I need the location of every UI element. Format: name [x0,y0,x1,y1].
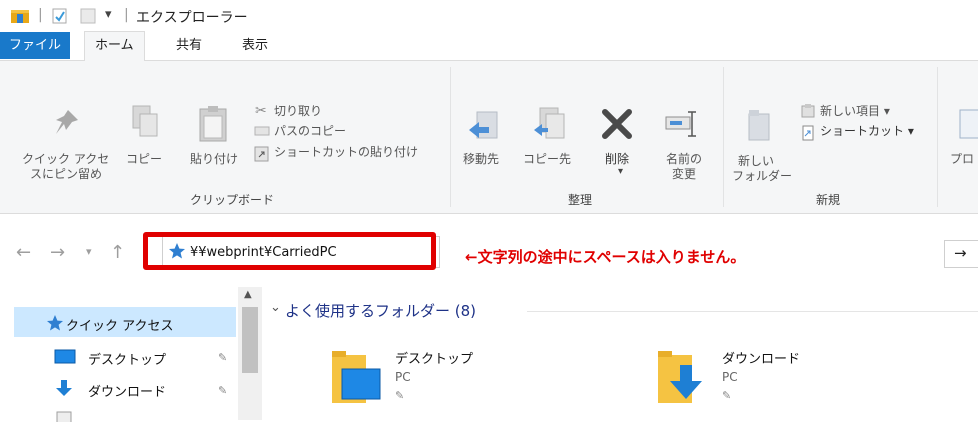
tab-view[interactable]: 表示 [232,32,278,59]
documents-icon [56,411,72,422]
highlight-box [143,232,436,270]
ribbon-tabs: ファイル ホーム 共有 表示 [0,31,978,61]
scroll-thumb[interactable] [242,307,258,373]
easy-access-icon [802,125,814,141]
up-icon[interactable]: ↑ [110,242,125,263]
delete-button[interactable]: 削除 [605,152,629,167]
pin-icon [56,110,78,134]
group-divider [937,67,938,207]
tile-downloads-name[interactable]: ダウンロード [722,348,800,367]
copy-path-button[interactable]: パスのコピー [274,124,346,139]
delete-dropdown-icon[interactable]: ▾ [618,166,623,177]
download-icon [56,380,72,396]
properties-icon[interactable] [52,8,68,24]
tile-desktop-location: PC [395,370,411,384]
rename-label-1[interactable]: 名前の [666,152,702,167]
pin-icon: ✎ [218,351,228,364]
pin-icon: ✎ [722,389,732,402]
back-icon[interactable]: ← [16,242,31,263]
quick-access-star-icon [47,315,63,331]
paste-icon [199,106,227,142]
section-title[interactable]: よく使用するフォルダー (8) [285,300,476,321]
forward-icon[interactable]: → [50,242,65,263]
rename-label-2[interactable]: 変更 [672,167,696,182]
clipboard-group-label: クリップボード [190,193,275,207]
scissors-icon: ✂ [255,103,267,119]
desktop-icon [54,349,76,364]
properties-ribbon-icon [959,109,978,139]
new-folder-qa-icon[interactable] [80,8,96,24]
qa-separator: | [38,7,43,23]
organize-group-label: 整理 [568,193,593,207]
new-folder-label-1[interactable]: 新しい [738,154,774,169]
pin-icon: ✎ [218,384,228,397]
move-to-button[interactable]: 移動先 [463,152,499,167]
new-folder-label-2[interactable]: フォルダー [732,169,792,184]
easy-access-button[interactable]: ショートカット ▾ [820,124,914,139]
tab-share[interactable]: 共有 [166,32,212,59]
title-bar: | ▾ | エクスプローラー [0,0,978,33]
tab-file[interactable]: ファイル [0,32,70,59]
new-folder-icon [748,110,770,141]
recent-locations-icon[interactable]: ▾ [86,245,92,258]
annotation-note: ←文字列の途中にスペースは入りません。 [465,248,746,266]
pin-quick-access-label-1[interactable]: クイック アクセ [22,152,109,167]
go-button[interactable]: → [944,240,978,268]
group-divider [723,67,724,207]
scroll-up-icon[interactable]: ▲ [244,289,252,300]
downloads-folder-icon [658,351,702,403]
section-divider [527,311,978,312]
tab-home[interactable]: ホーム [84,31,145,61]
nav-item-desktop[interactable]: デスクトップ [88,349,166,368]
cut-button[interactable]: 切り取り [274,104,322,119]
new-item-button[interactable]: 新しい項目 ▾ [820,104,890,119]
copy-icon [132,105,158,137]
nav-item-quick-access[interactable]: クイック アクセス [66,315,173,334]
copy-path-icon [254,126,270,136]
copy-to-button[interactable]: コピー先 [523,152,571,167]
rename-icon [665,111,696,137]
tile-desktop-name[interactable]: デスクトップ [395,348,473,367]
new-item-icon [801,104,815,118]
properties-button[interactable]: プロ [950,152,974,167]
explorer-folder-icon [11,10,29,23]
nav-item-downloads[interactable]: ダウンロード [88,381,166,400]
qa-separator: | [124,7,129,23]
delete-icon [602,109,632,139]
paste-shortcut-button[interactable]: ショートカットの貼り付け [274,145,418,160]
copy-button[interactable]: コピー [126,152,162,167]
pin-icon: ✎ [395,389,405,402]
tile-downloads-location: PC [722,370,738,384]
customize-qa-icon[interactable]: ▾ [105,7,112,22]
pin-quick-access-label-2[interactable]: スにピン留め [30,167,102,182]
paste-shortcut-icon [254,146,269,162]
paste-button[interactable]: 貼り付け [190,152,238,167]
group-divider [450,67,451,207]
window-title: エクスプローラー [136,10,248,26]
go-arrow-icon: → [954,244,967,262]
copy-to-icon [534,107,565,139]
new-group-label: 新規 [816,193,841,207]
desktop-folder-icon [332,351,381,403]
move-to-icon [469,111,498,139]
chevron-down-icon[interactable]: ⌄ [270,300,281,315]
